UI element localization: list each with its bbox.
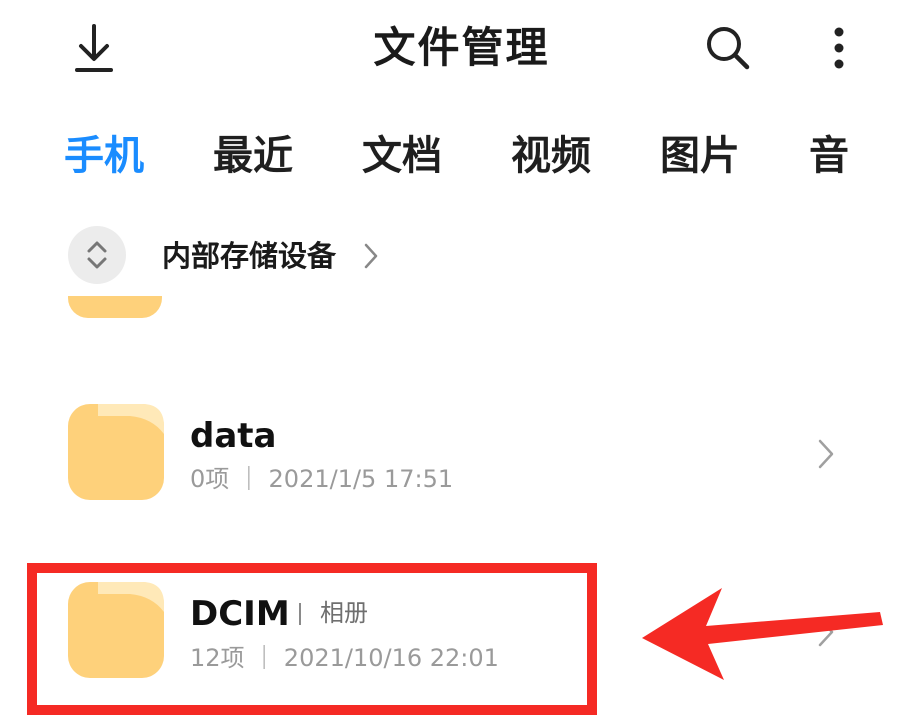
tab-videos[interactable]: 视频 bbox=[511, 128, 591, 184]
tab-documents[interactable]: 文档 bbox=[362, 128, 442, 184]
app-title: 文件管理 bbox=[373, 23, 550, 72]
category-tabs: 手机 最近 文档 视频 图片 音 bbox=[64, 128, 923, 184]
tab-images[interactable]: 图片 bbox=[660, 128, 740, 184]
sort-updown-icon bbox=[87, 241, 107, 269]
chevron-right-icon[interactable] bbox=[816, 436, 836, 472]
tab-audio[interactable]: 音 bbox=[809, 128, 849, 184]
folder-name[interactable]: data bbox=[190, 414, 276, 458]
search-icon[interactable] bbox=[702, 22, 754, 74]
folder-meta: 0项 ｜ 2021/1/5 17:51 bbox=[190, 465, 454, 493]
arrow-icon bbox=[640, 586, 890, 682]
storage-switch-button[interactable] bbox=[68, 226, 126, 284]
list-item-partial[interactable] bbox=[0, 296, 923, 322]
highlight-box bbox=[27, 563, 597, 715]
folder-icon bbox=[68, 296, 162, 318]
storage-label[interactable]: 内部存储设备 bbox=[162, 236, 336, 276]
chevron-right-icon bbox=[362, 240, 380, 272]
tab-phone[interactable]: 手机 bbox=[64, 128, 144, 184]
folder-icon bbox=[68, 404, 164, 500]
tab-recent[interactable]: 最近 bbox=[213, 128, 293, 184]
more-vertical-icon[interactable] bbox=[828, 24, 850, 72]
